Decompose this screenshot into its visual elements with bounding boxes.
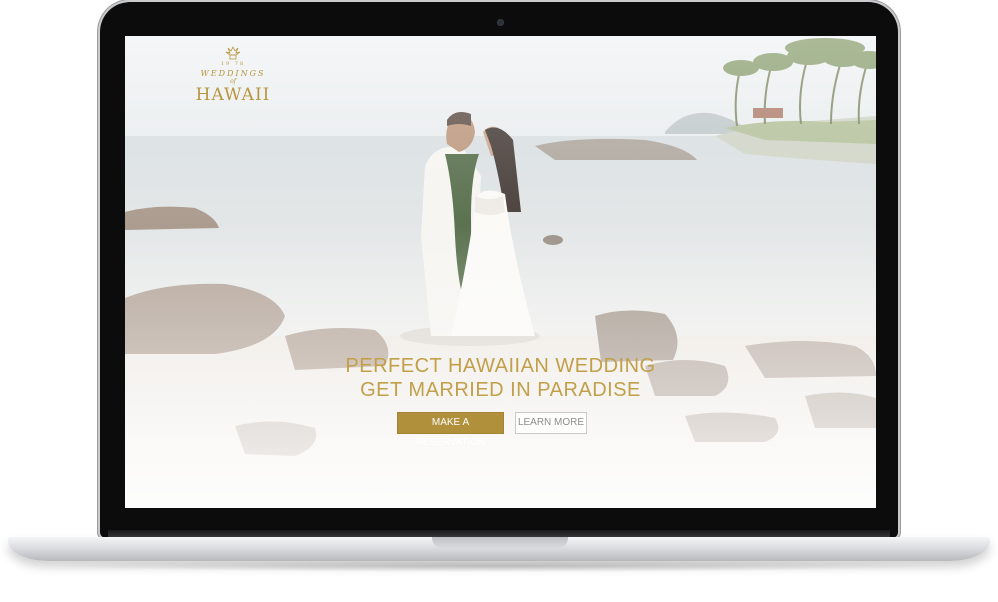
pineapple-icon (225, 46, 241, 60)
laptop-opening-notch (432, 537, 568, 548)
site-logo[interactable]: 19 78 WEDDINGS of HAWAII (191, 46, 275, 116)
hero-headline: PERFECT HAWAIIAN WEDDING (345, 355, 656, 377)
laptop-lid: 19 78 WEDDINGS of HAWAII PERFECT HAWAIIA… (100, 2, 898, 538)
learn-more-button[interactable]: LEARN MORE (515, 412, 587, 434)
logo-hawaii-text: HAWAII (195, 85, 271, 105)
logo-established-year: 19 78 (220, 61, 246, 67)
website-screen: 19 78 WEDDINGS of HAWAII PERFECT HAWAIIA… (125, 36, 876, 508)
webcam-icon (497, 19, 504, 26)
laptop-mockup: 19 78 WEDDINGS of HAWAII PERFECT HAWAIIA… (0, 0, 998, 602)
make-reservation-button[interactable]: MAKE A RESERVATION (397, 412, 504, 448)
logo-weddings-text: WEDDINGS (200, 69, 266, 78)
laptop-shadow (40, 560, 958, 572)
hero-subheadline: GET MARRIED IN PARADISE (360, 379, 641, 401)
